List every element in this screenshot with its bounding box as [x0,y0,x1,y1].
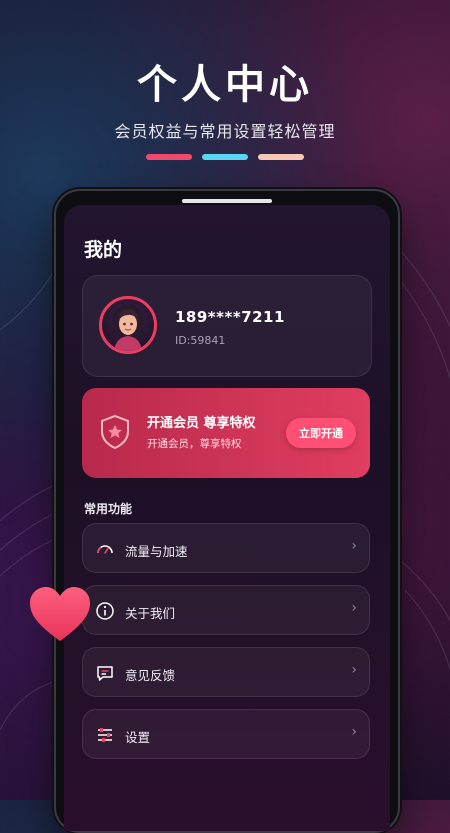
heart-decoration-icon [30,587,90,641]
section-title: 常用功能 [84,502,133,516]
user-id: ID:59841 [175,334,226,347]
menu-item-settings[interactable]: 设置 › [82,709,370,759]
menu-item-about[interactable]: 关于我们 › [82,585,370,635]
chevron-right-icon: › [351,538,357,554]
color-bar-peach [258,154,304,160]
color-bar-red [146,154,192,160]
phone-mockup: 我的 189****7211 ID:59841 开通会员 尊享特权 开通会员，尊… [54,189,400,833]
vip-subtitle: 开通会员，尊享特权 [147,438,242,450]
menu-item-feedback[interactable]: 意见反馈 › [82,647,370,697]
menu-label: 设置 [125,730,151,745]
shield-star-icon [101,414,129,450]
feedback-message-icon [97,666,113,681]
chevron-right-icon: › [351,662,357,678]
vip-title: 开通会员 尊享特权 [147,416,256,431]
menu-label: 流量与加速 [125,544,188,559]
vip-card[interactable]: 开通会员 尊享特权 开通会员，尊享特权 立即开通 [82,388,370,478]
color-bar-cyan [202,154,248,160]
open-vip-button[interactable]: 立即开通 [286,418,356,448]
menu-item-traffic[interactable]: 流量与加速 › [82,523,370,573]
user-phone: 189****7211 [175,308,285,326]
avatar[interactable] [99,296,157,354]
profile-card[interactable]: 189****7211 ID:59841 [82,275,372,377]
promo-subtitle: 会员权益与常用设置轻松管理 [114,122,336,141]
menu-label: 意见反馈 [125,668,176,683]
promo-color-bars [0,154,450,160]
woman-portrait-avatar-icon [112,304,144,351]
speedometer-icon [97,545,113,554]
menu-label: 关于我们 [125,606,176,621]
phone-notch [182,199,272,203]
chevron-right-icon: › [351,724,357,740]
promo-title: 个人中心 [137,62,313,108]
info-icon [96,602,114,620]
page-title: 我的 [84,239,123,261]
chevron-right-icon: › [351,600,357,616]
sliders-settings-icon [98,728,112,742]
phone-screen: 我的 189****7211 ID:59841 开通会员 尊享特权 开通会员，尊… [64,205,390,831]
